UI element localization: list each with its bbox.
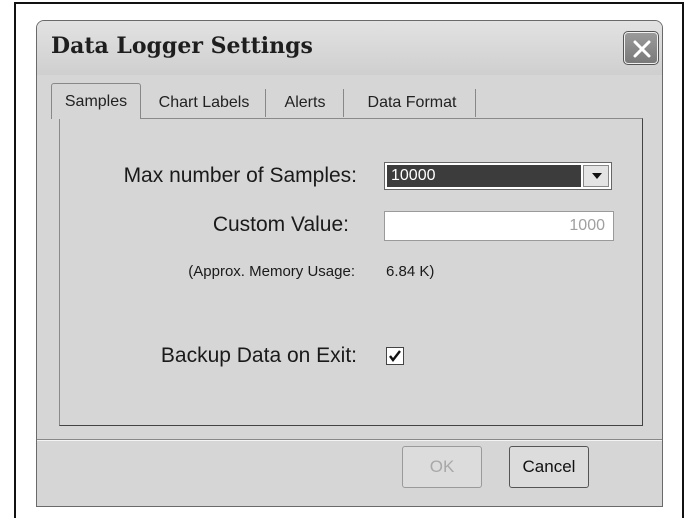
data-logger-settings-dialog: Data Logger Settings Samples Chart Label… [36,20,663,507]
tab-label: Chart Labels [158,94,250,111]
tab-label: Alerts [284,94,326,111]
custom-value-field[interactable]: 1000 [384,211,614,241]
chevron-down-icon [592,173,602,179]
close-button[interactable] [623,31,659,65]
tab-chart-labels[interactable]: Chart Labels [143,89,266,117]
cancel-button[interactable]: Cancel [509,446,589,488]
memory-usage-value: 6.84 K) [386,263,435,280]
tab-label: Samples [64,93,128,110]
ok-button[interactable]: OK [402,446,482,488]
tab-alerts[interactable]: Alerts [267,89,344,117]
tab-samples[interactable]: Samples [51,83,141,119]
memory-usage-label: (Approx. Memory Usage: [188,263,355,280]
tab-label: Data Format [367,94,457,111]
backup-on-exit-label: Backup Data on Exit: [160,344,357,367]
window-title: Data Logger Settings [51,33,313,59]
title-bar[interactable]: Data Logger Settings [37,21,662,75]
custom-value-label: Custom Value: [212,213,349,236]
tab-data-format[interactable]: Data Format [349,89,476,117]
max-samples-value: 10000 [387,165,581,187]
footer-separator [37,439,662,441]
max-samples-label: Max number of Samples: [123,164,357,187]
backup-on-exit-checkbox[interactable] [386,347,404,365]
max-samples-dropdown[interactable]: 10000 [384,162,612,190]
dropdown-button[interactable] [583,165,609,187]
close-icon [633,40,651,58]
checkmark-icon [389,350,401,362]
